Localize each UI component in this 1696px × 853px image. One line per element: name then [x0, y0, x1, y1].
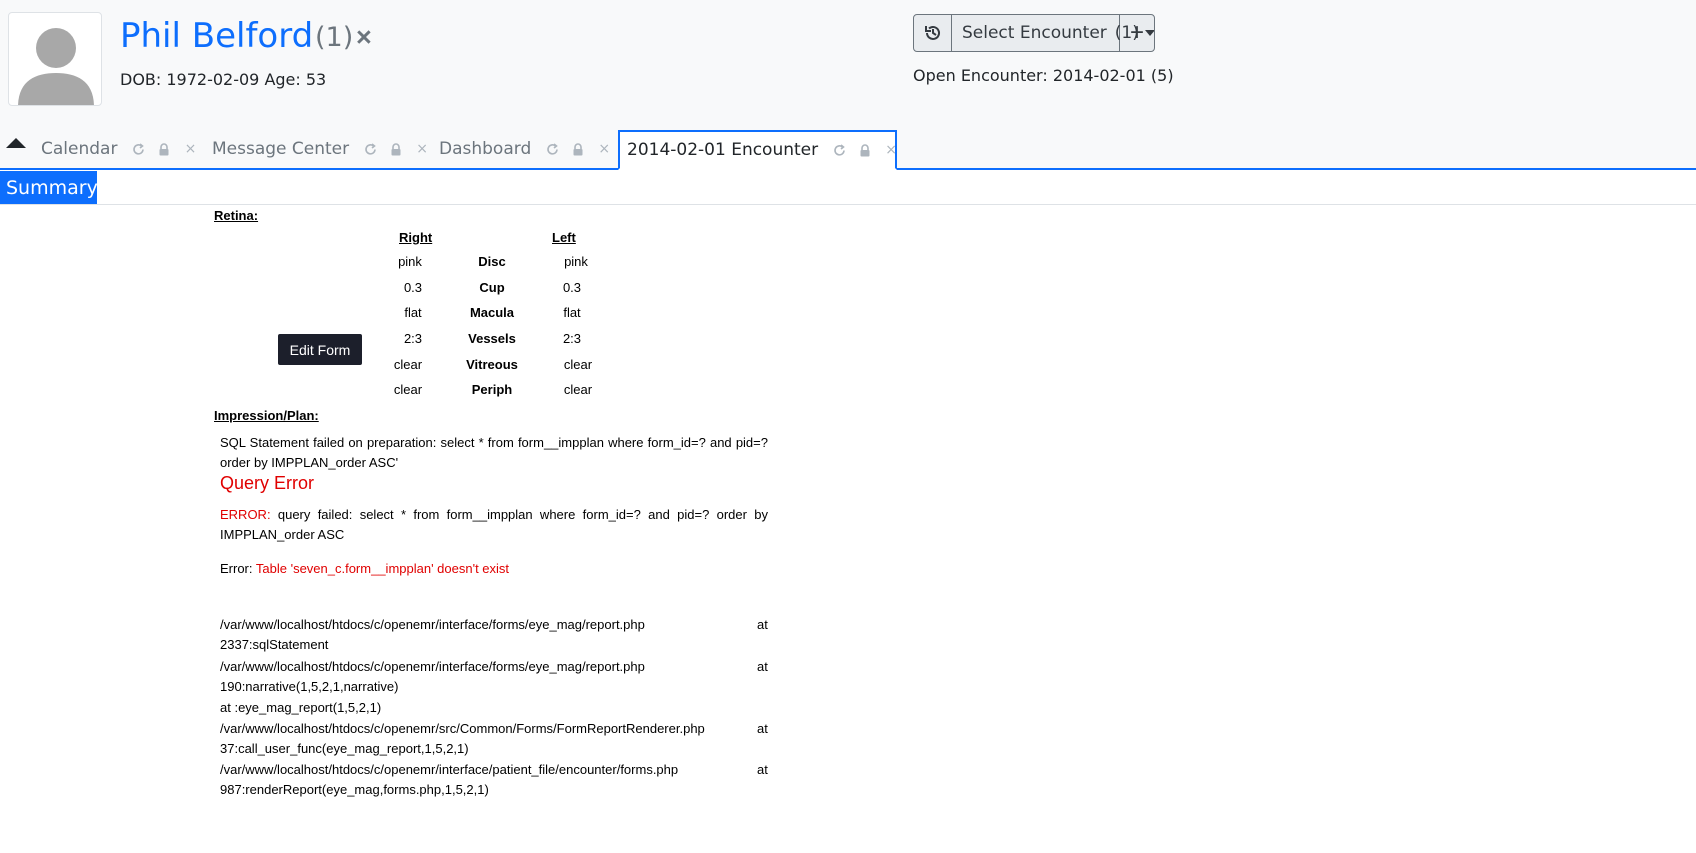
select-encounter-dropdown[interactable]: Select Encounter (1)	[952, 15, 1154, 51]
close-tab-icon[interactable]: ×	[415, 141, 429, 157]
tab-summary[interactable]: Summary	[0, 171, 98, 204]
refresh-icon[interactable]	[363, 142, 377, 156]
retina-left-value: clear	[563, 357, 593, 372]
trace-path: /var/www/localhost/htdocs/c/openemr/inte…	[220, 617, 645, 632]
retina-label: Vessels	[468, 331, 516, 346]
close-tab-icon[interactable]: ×	[183, 141, 197, 157]
select-encounter-label: Select Encounter	[962, 23, 1107, 43]
lock-icon[interactable]	[858, 143, 872, 157]
tab-label: Dashboard	[439, 139, 532, 159]
trace-path: at :eye_mag_report(1,5,2,1)	[220, 700, 382, 715]
sql-statement-message: SQL Statement failed on preparation: sel…	[220, 435, 768, 470]
user-silhouette-icon	[18, 28, 94, 105]
tab-dashboard[interactable]: Dashboard ×	[432, 130, 611, 168]
error-text: query failed: select * from form__imppla…	[220, 507, 768, 542]
trace-line2: 37:call_user_func(eye_mag_report,1,5,2,1…	[220, 741, 469, 756]
summary-bar: Summary	[0, 171, 1696, 205]
tab-encounter[interactable]: 2014-02-01 Encounter ×	[618, 130, 897, 170]
trace-line2: 2337:sqlStatement	[220, 637, 329, 652]
retina-right-value: pink	[398, 254, 422, 269]
retina-left-value: 0.3	[562, 280, 582, 295]
tab-message-center[interactable]: Message Center ×	[205, 130, 429, 168]
trace-line2: 190:narrative(1,5,2,1,narrative)	[220, 679, 399, 694]
retina-label: Vitreous	[466, 357, 518, 372]
history-icon	[924, 25, 940, 40]
lock-icon[interactable]	[157, 142, 171, 156]
trace-at: at	[757, 762, 768, 777]
retina-right-value: 0.3	[403, 280, 423, 295]
impplan-title: Impression/Plan:	[214, 408, 319, 423]
encounter-button-group: Select Encounter (1) +	[913, 14, 1155, 52]
trace-path: /var/www/localhost/htdocs/c/openemr/inte…	[220, 659, 645, 674]
retina-right-value: clear	[393, 382, 423, 397]
lock-icon[interactable]	[571, 142, 585, 156]
refresh-icon[interactable]	[832, 143, 846, 157]
error2-prefix: Error:	[220, 561, 256, 576]
lock-icon[interactable]	[389, 142, 403, 156]
refresh-icon[interactable]	[545, 142, 559, 156]
retina-right-heading: Right	[399, 230, 433, 245]
retina-left-heading: Left	[552, 230, 576, 245]
close-patient-icon[interactable]: ×	[356, 22, 372, 53]
trace-path: /var/www/localhost/htdocs/c/openemr/src/…	[220, 721, 705, 736]
query-failed-message: ERROR: query failed: select * from form_…	[220, 505, 768, 545]
query-error-heading: Query Error	[220, 473, 315, 493]
retina-left-value: pink	[564, 254, 588, 269]
retina-right-value: clear	[393, 357, 423, 372]
retina-right-value: flat	[404, 305, 422, 320]
tab-label: 2014-02-01 Encounter	[627, 140, 819, 160]
table-missing-message: Error: Table 'seven_c.form__impplan' doe…	[220, 559, 768, 579]
retina-label: Macula	[469, 305, 515, 320]
patient-name[interactable]: Phil Belford	[120, 16, 313, 56]
patient-dob: DOB: 1972-02-09 Age: 53	[120, 70, 327, 89]
error2-text: Table 'seven_c.form__impplan' doesn't ex…	[255, 561, 510, 576]
trace-at: at	[757, 617, 768, 632]
close-tab-icon[interactable]: ×	[597, 141, 611, 157]
close-tab-icon[interactable]: ×	[884, 142, 898, 158]
tab-label: Calendar	[41, 139, 118, 159]
encounter-content: Retina: Right Left pink Disc pink 0.3 Cu…	[0, 205, 1696, 853]
trace-at: at	[757, 721, 768, 736]
error-prefix: ERROR:	[220, 507, 271, 522]
refresh-icon[interactable]	[131, 142, 145, 156]
tab-label: Message Center	[212, 139, 350, 159]
tab-calendar[interactable]: Calendar ×	[34, 130, 197, 168]
trace-path: /var/www/localhost/htdocs/c/openemr/inte…	[220, 762, 679, 777]
trace-line2: 987:renderReport(eye_mag,forms.php,1,5,2…	[220, 782, 489, 797]
retina-left-value: clear	[563, 382, 593, 397]
retina-label: Disc	[478, 254, 506, 269]
retina-label: Periph	[471, 382, 513, 397]
edit-form-button[interactable]: Edit Form	[278, 334, 362, 365]
retina-right-value: 2:3	[403, 331, 423, 346]
retina-left-value: flat	[563, 305, 581, 320]
retina-label: Cup	[479, 280, 505, 295]
open-encounter-label[interactable]: Open Encounter: 2014-02-01 (5)	[913, 66, 1174, 85]
trace-at: at	[757, 659, 768, 674]
collapse-header-icon[interactable]	[6, 138, 26, 148]
retina-title: Retina:	[214, 208, 259, 223]
tab-bar: Calendar × Message Center × Dashboard × …	[0, 130, 1696, 170]
avatar	[8, 12, 102, 106]
history-button[interactable]	[914, 15, 952, 51]
patient-header: Phil Belford (1) × DOB: 1972-02-09 Age: …	[0, 0, 1696, 130]
patient-count: (1)	[315, 22, 354, 53]
add-encounter-button[interactable]: +	[1120, 15, 1154, 51]
retina-left-value: 2:3	[562, 331, 582, 346]
